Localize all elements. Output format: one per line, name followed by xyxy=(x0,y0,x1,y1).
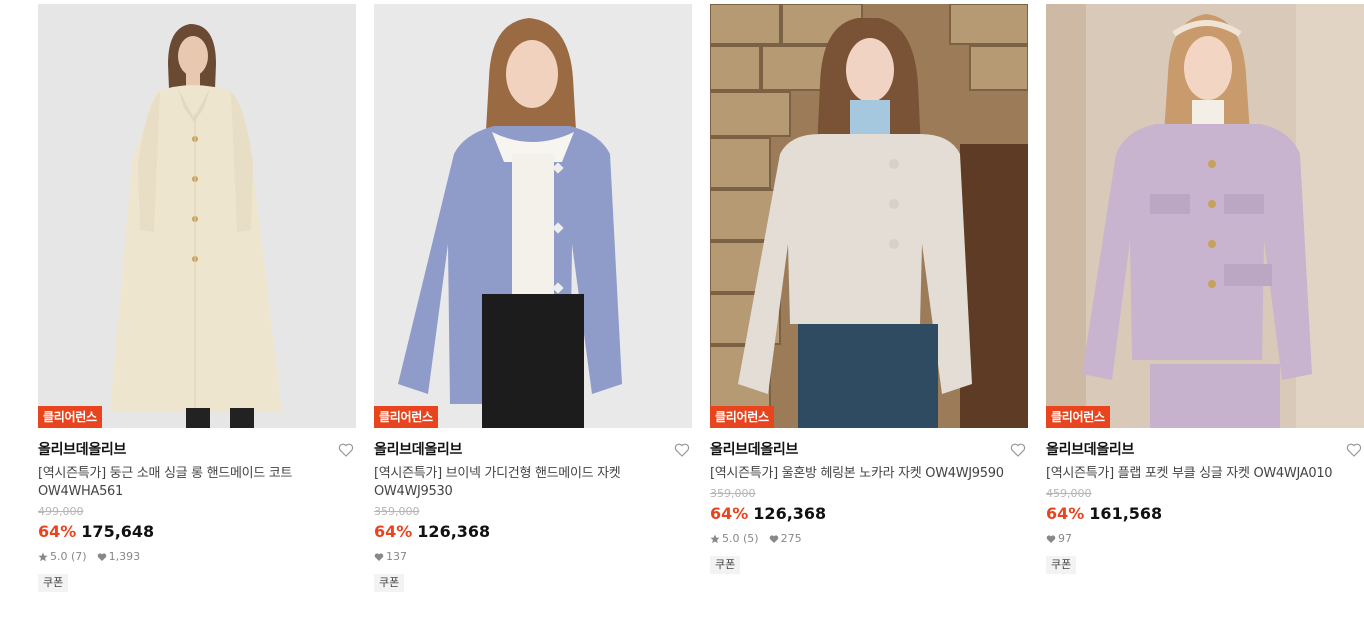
rating-value: 5.0 xyxy=(722,532,740,545)
original-price: 359,000 xyxy=(710,487,756,500)
original-price: 499,000 xyxy=(38,505,84,518)
review-count: (7) xyxy=(71,550,87,563)
product-stats: 137 xyxy=(374,550,692,564)
product-image[interactable]: 클리어런스 xyxy=(710,4,1028,428)
like-count: 1,393 xyxy=(108,550,141,563)
product-photo-boucle-jacket xyxy=(1046,4,1364,428)
product-title[interactable]: [역시즌특가] 둥근 소매 싱글 롱 핸드메이드 코트 OW4WHA561 xyxy=(38,465,356,501)
clearance-badge: 클리어런스 xyxy=(38,406,102,428)
product-title[interactable]: [역시즌특가] 울혼방 헤링본 노카라 자켓 OW4WJ9590 xyxy=(710,465,1028,483)
rating-value: 5.0 xyxy=(50,550,68,563)
discount-rate: 64% xyxy=(1046,504,1085,523)
product-image[interactable]: 클리어런스 xyxy=(38,4,356,428)
like-count: 137 xyxy=(386,550,407,563)
coupon-tag: 쿠폰 xyxy=(1046,556,1077,574)
product-card-3[interactable]: 클리어런스 올리브데올리브 [역시즌특가] 울혼방 헤링본 노카라 자켓 OW4… xyxy=(710,4,1028,574)
original-price: 459,000 xyxy=(1046,487,1092,500)
review-count: (5) xyxy=(743,532,759,545)
coupon-tag: 쿠폰 xyxy=(374,574,405,592)
clearance-badge: 클리어런스 xyxy=(374,406,438,428)
heart-filled-icon xyxy=(1046,534,1056,544)
product-stats: 97 xyxy=(1046,532,1364,546)
discount-rate: 64% xyxy=(710,504,749,523)
sale-price: 175,648 xyxy=(81,522,155,541)
product-stats: 5.0 (5) 275 xyxy=(710,532,1028,546)
heart-filled-icon xyxy=(97,552,107,562)
brand-name[interactable]: 올리브데올리브 xyxy=(710,441,1028,459)
product-image[interactable]: 클리어런스 xyxy=(374,4,692,428)
product-card-1[interactable]: 클리어런스 올리브데올리브 [역시즌특가] 둥근 소매 싱글 롱 핸드메이드 코… xyxy=(38,4,356,592)
brand-name[interactable]: 올리브데올리브 xyxy=(374,441,692,459)
wishlist-heart-icon[interactable] xyxy=(1010,442,1026,458)
product-title[interactable]: [역시즌특가] 플랩 포켓 부클 싱글 자켓 OW4WJA010 xyxy=(1046,465,1364,483)
product-stats: 5.0 (7) 1,393 xyxy=(38,550,356,564)
clearance-badge: 클리어런스 xyxy=(710,406,774,428)
sale-price: 126,368 xyxy=(753,504,827,523)
discount-rate: 64% xyxy=(38,522,77,541)
wishlist-heart-icon[interactable] xyxy=(674,442,690,458)
star-icon xyxy=(38,552,48,562)
wishlist-heart-icon[interactable] xyxy=(338,442,354,458)
product-image[interactable]: 클리어런스 xyxy=(1046,4,1364,428)
coupon-tag: 쿠폰 xyxy=(38,574,69,592)
heart-filled-icon xyxy=(769,534,779,544)
product-photo-herringbone-jacket xyxy=(710,4,1028,428)
clearance-badge: 클리어런스 xyxy=(1046,406,1110,428)
sale-price: 161,568 xyxy=(1089,504,1163,523)
brand-name[interactable]: 올리브데올리브 xyxy=(1046,441,1364,459)
sale-price: 126,368 xyxy=(417,522,491,541)
wishlist-heart-icon[interactable] xyxy=(1346,442,1362,458)
coupon-tag: 쿠폰 xyxy=(710,556,741,574)
heart-filled-icon xyxy=(374,552,384,562)
like-count: 97 xyxy=(1058,532,1072,545)
product-title[interactable]: [역시즌특가] 브이넥 가디건형 핸드메이드 자켓 OW4WJ9530 xyxy=(374,465,692,501)
like-count: 275 xyxy=(780,532,802,545)
discount-rate: 64% xyxy=(374,522,413,541)
brand-name[interactable]: 올리브데올리브 xyxy=(38,441,356,459)
original-price: 359,000 xyxy=(374,505,420,518)
star-icon xyxy=(710,534,720,544)
product-photo-coat xyxy=(38,4,356,428)
product-card-2[interactable]: 클리어런스 올리브데올리브 [역시즌특가] 브이넥 가디건형 핸드메이드 자켓 … xyxy=(374,4,692,592)
product-card-4[interactable]: 클리어런스 올리브데올리브 [역시즌특가] 플랩 포켓 부클 싱글 자켓 OW4… xyxy=(1046,4,1364,574)
product-photo-cardigan-jacket xyxy=(374,4,692,428)
